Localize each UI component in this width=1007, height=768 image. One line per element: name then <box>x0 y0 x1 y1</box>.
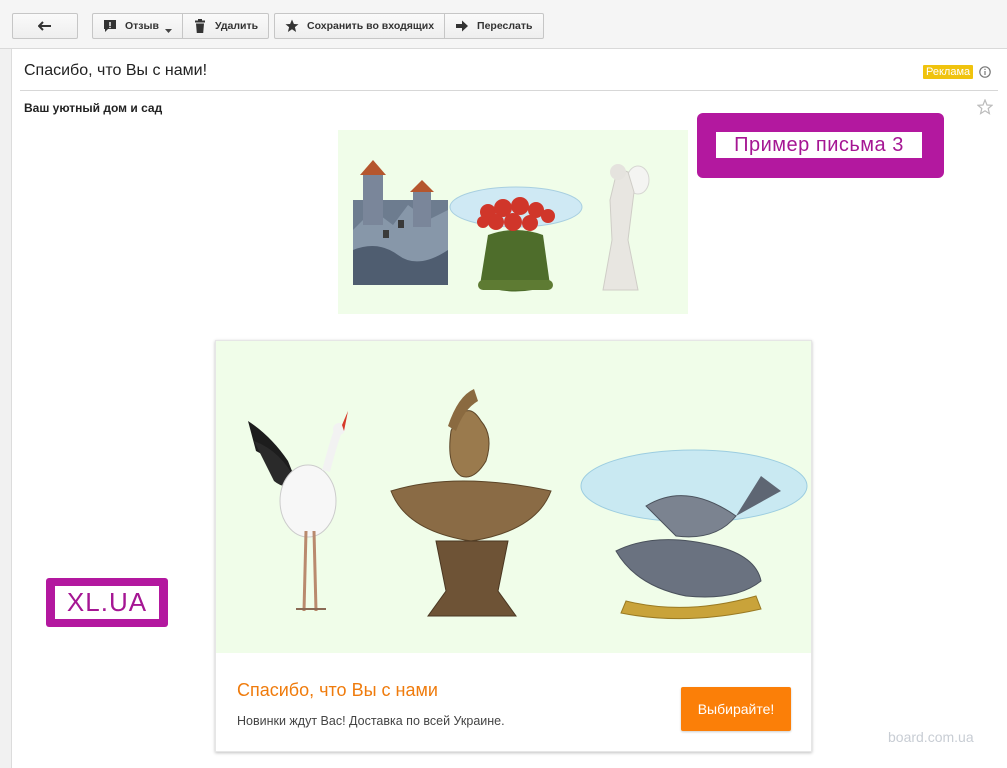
delete-button[interactable]: Удалить <box>181 14 268 38</box>
header-divider <box>20 90 998 91</box>
ad-badge: Реклама <box>923 65 974 79</box>
promo-card-image[interactable] <box>216 341 811 653</box>
promo-card-title: Спасибо, что Вы с нами <box>237 680 438 700</box>
top-banner-image[interactable] <box>338 130 688 314</box>
watermark: board.com.ua <box>888 729 974 745</box>
report-button[interactable]: Отзыв <box>93 14 182 38</box>
site-label: XL.UA <box>55 586 159 619</box>
example-label-box: Пример письма 3 <box>697 113 944 178</box>
castle-figurine <box>353 160 448 285</box>
fountain-figurine <box>390 389 552 617</box>
forward-label: Переслать <box>477 20 533 32</box>
report-icon <box>103 19 117 33</box>
arrow-left-icon <box>37 21 52 31</box>
left-rail <box>0 49 12 768</box>
rose-table-figurine <box>449 186 583 292</box>
save-label: Сохранить во входящих <box>307 20 435 32</box>
sender-name: Ваш уютный дом и сад <box>24 101 163 115</box>
promo-card: Спасибо, что Вы с нами Новинки ждут Вас!… <box>215 340 812 752</box>
trash-icon <box>193 19 207 33</box>
star-icon <box>285 19 299 33</box>
report-delete-group: Отзыв Удалить <box>92 13 270 39</box>
stork-figurine <box>248 411 348 612</box>
save-to-inbox-button[interactable]: Сохранить во входящих <box>275 14 444 38</box>
toolbar: Отзыв Удалить Сохранить во входящих Пере… <box>0 0 1007 49</box>
forward-button[interactable]: Переслать <box>444 14 542 38</box>
promo-card-text: Новинки ждут Вас! Доставка по всей Украи… <box>237 714 505 728</box>
dolphin-table-figurine <box>580 449 808 620</box>
message-subject: Спасибо, что Вы с нами! <box>24 62 208 79</box>
back-button[interactable] <box>12 13 78 39</box>
arrow-right-icon <box>455 19 469 33</box>
info-icon[interactable] <box>979 65 991 78</box>
example-label: Пример письма 3 <box>716 132 922 158</box>
report-label: Отзыв <box>125 20 159 32</box>
angel-statue-figurine <box>602 164 650 291</box>
star-outline-icon[interactable] <box>976 98 994 115</box>
chevron-down-icon <box>164 24 172 33</box>
save-forward-group: Сохранить во входящих Переслать <box>274 13 544 39</box>
choose-button[interactable]: Выбирайте! <box>681 687 791 731</box>
delete-label: Удалить <box>214 20 259 32</box>
site-label-box: XL.UA <box>46 578 168 627</box>
